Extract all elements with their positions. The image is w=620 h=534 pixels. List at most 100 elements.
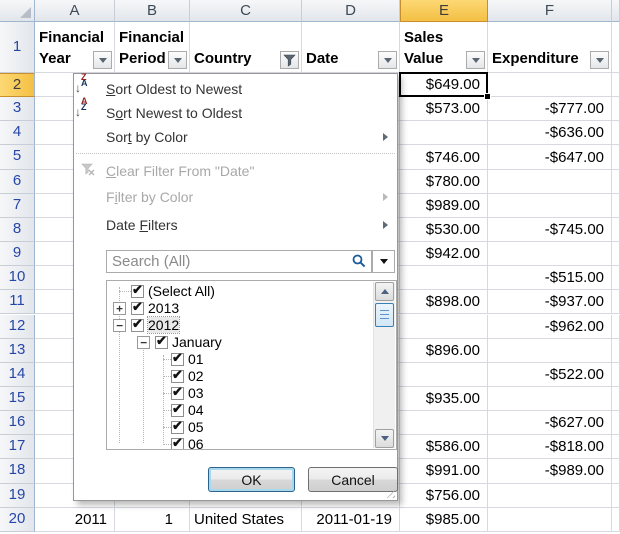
- cell-E19[interactable]: $756.00: [400, 484, 488, 508]
- cell-g17[interactable]: [612, 435, 620, 459]
- header-cell-financial-year[interactable]: FinancialYear: [35, 22, 115, 73]
- tree-item-2013[interactable]: +✔2013: [107, 301, 367, 318]
- filter-applied-button-C[interactable]: [280, 51, 299, 69]
- cell-g8[interactable]: [612, 218, 620, 242]
- cancel-button[interactable]: Cancel: [308, 467, 398, 492]
- cell-D20[interactable]: 2011-01-19: [302, 508, 400, 532]
- cell-F18[interactable]: -$989.00: [488, 459, 612, 483]
- cell-F10[interactable]: -$515.00: [488, 266, 612, 290]
- cell-E4[interactable]: [400, 121, 488, 145]
- cell-F14[interactable]: -$522.00: [488, 363, 612, 387]
- header-cell-expenditure[interactable]: Expenditure: [488, 22, 612, 73]
- tree-item-select-all[interactable]: ✔(Select All): [107, 284, 367, 301]
- cell-E15[interactable]: $935.00: [400, 387, 488, 411]
- cell-F17[interactable]: -$818.00: [488, 435, 612, 459]
- row-header-19[interactable]: 19: [0, 484, 35, 508]
- menu-item-sort-newest-to-oldest[interactable]: ZA↓Sort Newest to Oldest: [74, 101, 397, 125]
- collapse-minus-icon[interactable]: −: [137, 336, 150, 349]
- cell-E17[interactable]: $586.00: [400, 435, 488, 459]
- row-header-17[interactable]: 17: [0, 435, 35, 459]
- row-header-12[interactable]: 12: [0, 315, 35, 339]
- cell-E6[interactable]: $780.00: [400, 170, 488, 194]
- cell-g6[interactable]: [612, 170, 620, 194]
- checkbox-2013[interactable]: ✔: [131, 302, 144, 315]
- checkbox-04[interactable]: ✔: [171, 404, 184, 417]
- column-header-F[interactable]: F: [488, 0, 612, 22]
- filter-dropdown-button-F[interactable]: [590, 51, 609, 69]
- cell-E14[interactable]: [400, 363, 488, 387]
- cell-g18[interactable]: [612, 459, 620, 483]
- header-cell-date[interactable]: Date: [302, 22, 400, 73]
- column-header-A[interactable]: A: [35, 0, 115, 22]
- column-header-D[interactable]: D: [302, 0, 400, 22]
- cell-F8[interactable]: -$745.00: [488, 218, 612, 242]
- cell-E16[interactable]: [400, 411, 488, 435]
- cell-A20[interactable]: 2011: [35, 508, 115, 532]
- row-header-16[interactable]: 16: [0, 411, 35, 435]
- tree-item-2012[interactable]: −✔2012: [107, 318, 367, 335]
- cell-E2[interactable]: $649.00: [400, 73, 488, 97]
- cell-E5[interactable]: $746.00: [400, 145, 488, 169]
- row-header-1[interactable]: 1: [0, 22, 35, 73]
- tree-item-04[interactable]: ✔04: [107, 403, 367, 420]
- cell-E18[interactable]: $991.00: [400, 459, 488, 483]
- checkbox-03[interactable]: ✔: [171, 387, 184, 400]
- row-header-3[interactable]: 3: [0, 97, 35, 121]
- checkbox-01[interactable]: ✔: [171, 353, 184, 366]
- expand-plus-icon[interactable]: +: [113, 302, 126, 315]
- row-header-18[interactable]: 18: [0, 459, 35, 483]
- fill-handle[interactable]: [484, 93, 491, 100]
- column-header-C[interactable]: C: [190, 0, 302, 22]
- row-header-7[interactable]: 7: [0, 194, 35, 218]
- cell-F15[interactable]: [488, 387, 612, 411]
- checkbox-02[interactable]: ✔: [171, 370, 184, 383]
- cell-g7[interactable]: [612, 194, 620, 218]
- cell-F5[interactable]: -$647.00: [488, 145, 612, 169]
- cell-F9[interactable]: [488, 242, 612, 266]
- column-header-B[interactable]: B: [115, 0, 190, 22]
- menu-item-sort-by-color[interactable]: Sort by Color: [74, 125, 397, 149]
- cell-E9[interactable]: $942.00: [400, 242, 488, 266]
- cell-F12[interactable]: -$962.00: [488, 315, 612, 339]
- row-header-4[interactable]: 4: [0, 121, 35, 145]
- cell-g2[interactable]: [612, 73, 620, 97]
- filter-dropdown-button-A[interactable]: [93, 51, 112, 69]
- row-header-9[interactable]: 9: [0, 242, 35, 266]
- cell-F16[interactable]: -$627.00: [488, 411, 612, 435]
- cell-g3[interactable]: [612, 97, 620, 121]
- cell-F6[interactable]: [488, 170, 612, 194]
- row-header-11[interactable]: 11: [0, 290, 35, 314]
- cell-F11[interactable]: -$937.00: [488, 290, 612, 314]
- cell-g15[interactable]: [612, 387, 620, 411]
- cell-C20[interactable]: United States: [190, 508, 302, 532]
- cell-F7[interactable]: [488, 194, 612, 218]
- search-options-dropdown-button[interactable]: [372, 250, 395, 273]
- cell-F4[interactable]: -$636.00: [488, 121, 612, 145]
- row-header-10[interactable]: 10: [0, 266, 35, 290]
- cell-E3[interactable]: $573.00: [400, 97, 488, 121]
- cell-g14[interactable]: [612, 363, 620, 387]
- row-header-2[interactable]: 2: [0, 73, 35, 97]
- cell-g10[interactable]: [612, 266, 620, 290]
- menu-item-date-filters[interactable]: Date Filters: [74, 211, 397, 239]
- cell-F19[interactable]: [488, 484, 612, 508]
- cell-g12[interactable]: [612, 315, 620, 339]
- cell-B20[interactable]: 1: [115, 508, 190, 532]
- cell-g11[interactable]: [612, 290, 620, 314]
- row-header-13[interactable]: 13: [0, 339, 35, 363]
- search-input[interactable]: Search (All): [106, 250, 372, 273]
- row-header-8[interactable]: 8: [0, 218, 35, 242]
- checkbox-select-all[interactable]: ✔: [131, 285, 144, 298]
- header-cell-country[interactable]: Country: [190, 22, 302, 73]
- header-cell-financial-period[interactable]: FinancialPeriod: [115, 22, 190, 73]
- tree-scrollbar[interactable]: [373, 282, 395, 448]
- menu-item-sort-oldest-to-newest[interactable]: AZ↓Sort Oldest to Newest: [74, 77, 397, 101]
- cell-g20[interactable]: [612, 508, 620, 532]
- column-header-E[interactable]: E: [400, 0, 488, 22]
- column-header-edge[interactable]: [612, 0, 620, 22]
- select-all-corner[interactable]: [0, 0, 35, 22]
- cell-E11[interactable]: $898.00: [400, 290, 488, 314]
- cell-F3[interactable]: -$777.00: [488, 97, 612, 121]
- tree-item-january[interactable]: −✔January: [107, 335, 367, 352]
- cell-g13[interactable]: [612, 339, 620, 363]
